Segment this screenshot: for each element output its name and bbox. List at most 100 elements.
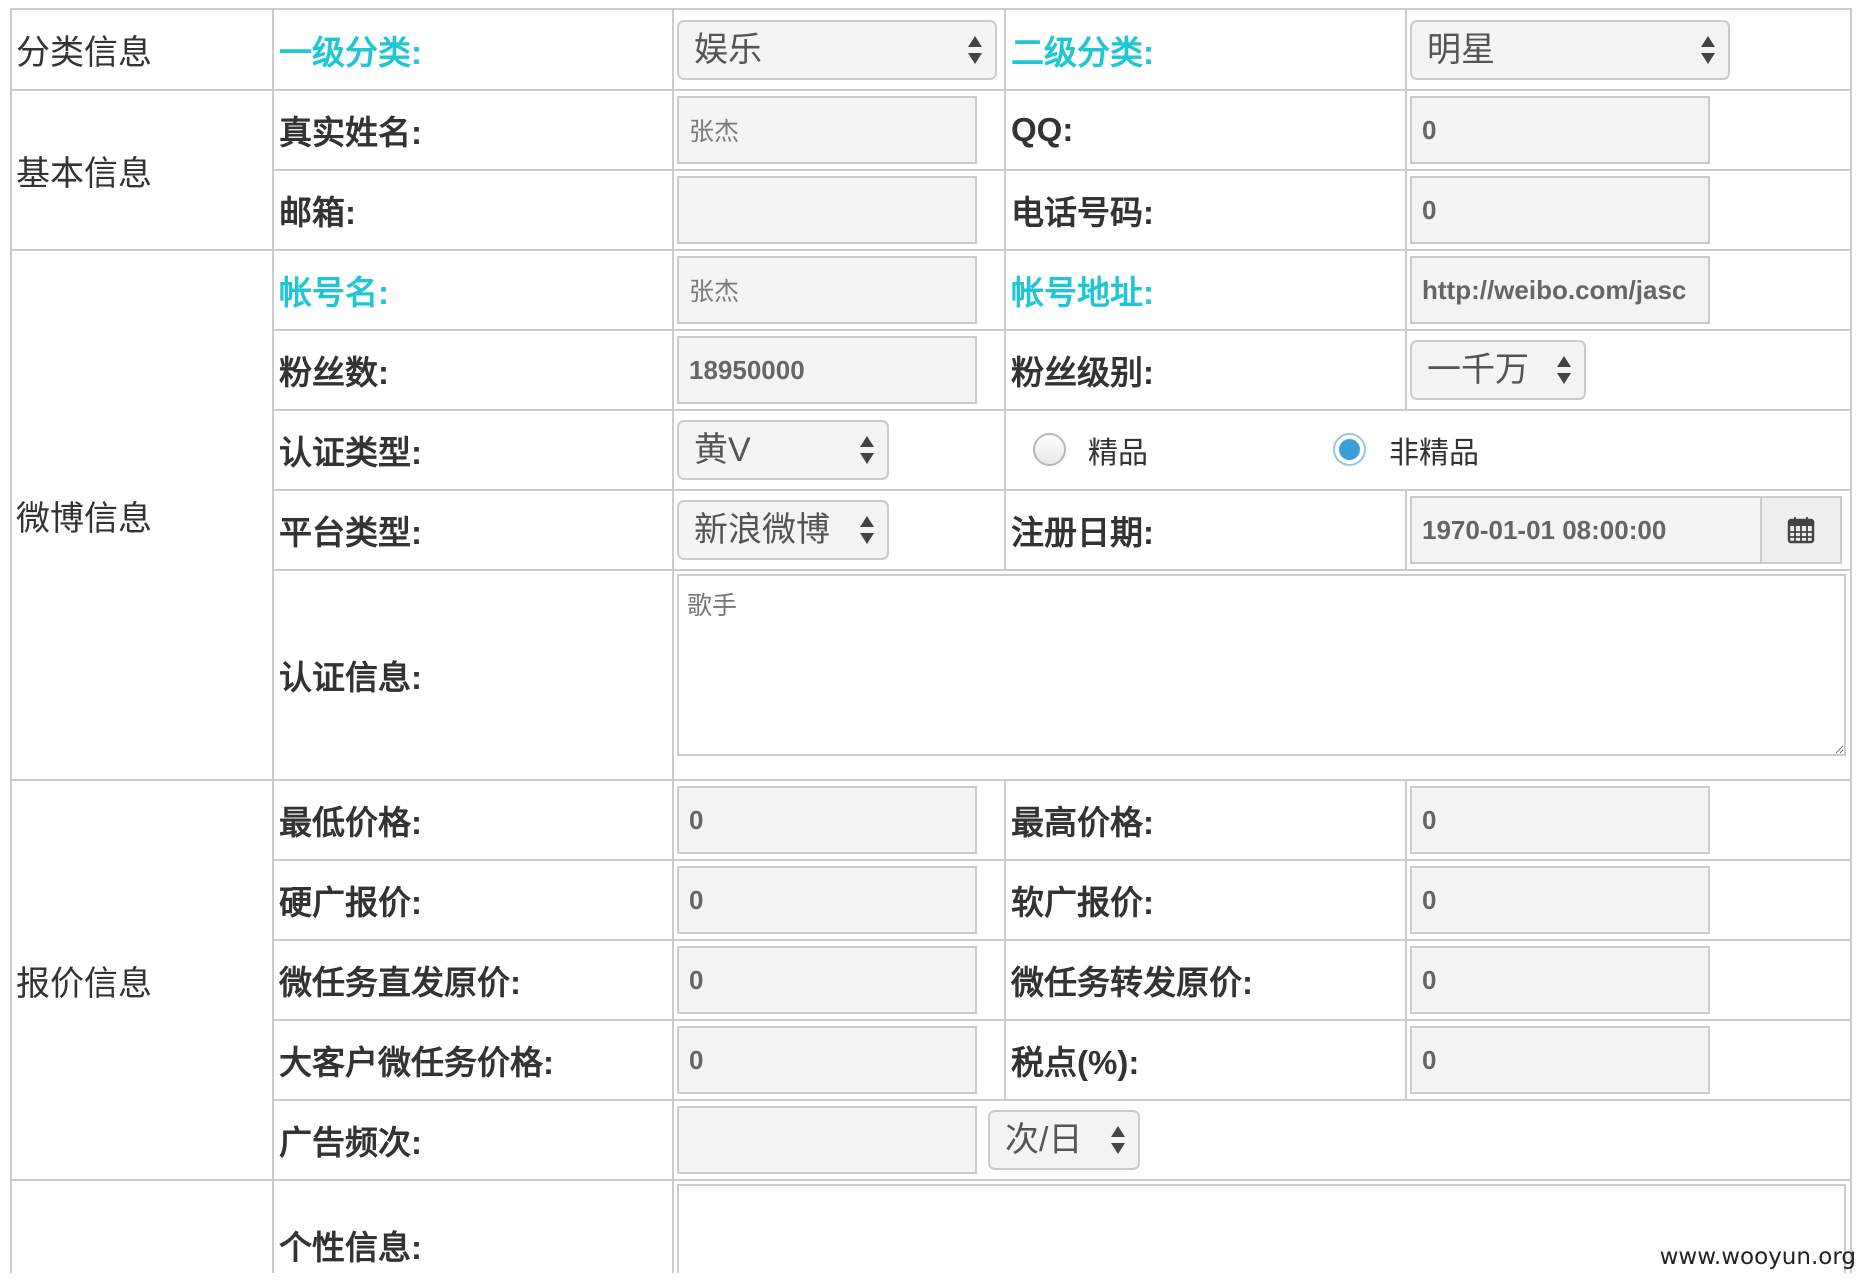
real-name-input[interactable] — [677, 96, 977, 164]
account-name-field-cell — [674, 251, 1006, 331]
micro-repost-label-cell: 微任务转发原价: — [1006, 941, 1407, 1021]
max-price-field-cell — [1407, 781, 1852, 861]
hard-ad-label-cell: 硬广报价: — [274, 861, 674, 941]
level1-category-select[interactable]: 娱乐 — [679, 21, 995, 78]
platform-select[interactable]: 新浪微博 — [679, 502, 887, 558]
tax-rate-input[interactable] — [1410, 1026, 1710, 1094]
email-field-cell — [674, 171, 1006, 251]
big-client-price-input[interactable] — [677, 1026, 977, 1094]
hard-ad-field-cell — [674, 861, 1006, 941]
phone-label-cell: 电话号码: — [1006, 171, 1407, 251]
quality-radio-non-premium[interactable] — [1333, 433, 1366, 466]
hard-ad-price-label: 硬广报价: — [279, 884, 422, 921]
fans-count-label: 粉丝数: — [279, 354, 389, 391]
fans-level-select[interactable]: 一千万 — [1412, 342, 1584, 398]
account-url-label-cell: 帐号地址: — [1006, 251, 1407, 331]
site-watermark: www.wooyun.org — [1659, 1244, 1856, 1270]
section-basic-cell: 基本信息 — [12, 91, 274, 251]
section-category-cell: 分类信息 — [12, 10, 274, 91]
verify-info-field-cell: 歌手 — [674, 571, 1852, 781]
fans-level-select-box: 一千万 — [1410, 340, 1586, 400]
qq-label-cell: QQ: — [1006, 91, 1407, 171]
verify-info-textarea[interactable]: 歌手 — [677, 574, 1846, 756]
ad-frequency-label-cell: 广告频次: — [274, 1101, 674, 1181]
micro-direct-price-input[interactable] — [677, 946, 977, 1014]
qq-input[interactable] — [1410, 96, 1710, 164]
phone-field-cell — [1407, 171, 1852, 251]
level1-category-label: 一级分类: — [279, 33, 422, 71]
personal-info-label-cell: 个性信息: — [274, 1181, 674, 1273]
fans-level-label: 粉丝级别: — [1011, 354, 1154, 391]
email-label-cell: 邮箱: — [274, 171, 674, 251]
quality-radio-premium[interactable] — [1033, 433, 1066, 466]
platform-field-cell: 新浪微博 — [674, 491, 1006, 571]
section-title-basic: 基本信息 — [16, 154, 152, 193]
verify-type-select-box: 黄V — [677, 420, 889, 480]
quality-radio-group: 精品 非精品 — [1006, 411, 1852, 491]
micro-direct-label-cell: 微任务直发原价: — [274, 941, 674, 1021]
register-date-label: 注册日期: — [1011, 514, 1154, 551]
date-picker-button[interactable] — [1760, 498, 1840, 562]
account-url-label: 帐号地址: — [1011, 274, 1154, 311]
quality-radio-non-premium-label[interactable]: 非精品 — [1389, 428, 1479, 472]
soft-ad-price-input[interactable] — [1410, 866, 1710, 934]
platform-label-cell: 平台类型: — [274, 491, 674, 571]
micro-repost-field-cell — [1407, 941, 1852, 1021]
big-client-price-label: 大客户微任务价格: — [279, 1044, 554, 1081]
register-date-picker — [1410, 496, 1842, 564]
real-name-field-cell — [674, 91, 1006, 171]
fans-level-field-cell: 一千万 — [1407, 331, 1852, 411]
level1-category-select-box: 娱乐 — [677, 19, 997, 80]
fans-count-input[interactable] — [677, 336, 977, 404]
min-price-label: 最低价格: — [279, 804, 422, 841]
level1-category-field-cell: 娱乐 — [674, 10, 1006, 91]
fans-level-label-cell: 粉丝级别: — [1006, 331, 1407, 411]
min-price-input[interactable] — [677, 786, 977, 854]
level2-category-field-cell: 明星 — [1407, 10, 1852, 91]
verify-info-label-cell: 认证信息: — [274, 571, 674, 781]
micro-repost-price-input[interactable] — [1410, 946, 1710, 1014]
ad-frequency-unit-select[interactable]: 次/日 — [990, 1112, 1138, 1168]
level2-category-label-cell: 二级分类: — [1006, 10, 1407, 91]
section-pricing-cell: 报价信息 — [12, 781, 274, 1181]
account-url-field-cell — [1407, 251, 1852, 331]
micro-direct-field-cell — [674, 941, 1006, 1021]
verify-type-select[interactable]: 黄V — [679, 422, 887, 478]
real-name-label-cell: 真实姓名: — [274, 91, 674, 171]
level2-category-select[interactable]: 明星 — [1412, 21, 1728, 78]
qq-field-cell — [1407, 91, 1852, 171]
max-price-label-cell: 最高价格: — [1006, 781, 1407, 861]
account-name-label-cell: 帐号名: — [274, 251, 674, 331]
ad-frequency-input[interactable] — [677, 1106, 977, 1174]
quality-radio-premium-label[interactable]: 精品 — [1088, 428, 1148, 472]
email-input[interactable] — [677, 176, 977, 244]
register-date-field-cell — [1407, 491, 1852, 571]
min-price-label-cell: 最低价格: — [274, 781, 674, 861]
section-personal-cell — [12, 1181, 274, 1273]
ad-frequency-unit-select-box: 次/日 — [988, 1110, 1140, 1170]
ad-frequency-field-cell: 次/日 — [674, 1101, 1852, 1181]
level1-category-label-cell: 一级分类: — [274, 10, 674, 91]
phone-input[interactable] — [1410, 176, 1710, 244]
resource-form-table: 分类信息 一级分类: 娱乐 二级分类: 明星 基本信息 真实姓名: 张杰 QQ:… — [10, 8, 1852, 1273]
verify-type-field-cell: 黄V — [674, 411, 1006, 491]
section-title-weibo: 微博信息 — [16, 499, 152, 538]
soft-ad-price-label: 软广报价: — [1011, 884, 1154, 921]
register-date-input[interactable] — [1412, 498, 1760, 562]
platform-label: 平台类型: — [279, 514, 422, 551]
account-name-input[interactable] — [677, 256, 977, 324]
max-price-input[interactable] — [1410, 786, 1710, 854]
hard-ad-price-input[interactable] — [677, 866, 977, 934]
micro-repost-price-label: 微任务转发原价: — [1011, 964, 1253, 1001]
calendar-icon — [1787, 517, 1815, 544]
fans-field-cell — [674, 331, 1006, 411]
big-client-field-cell — [674, 1021, 1006, 1101]
media-resource-form-page: 分类信息 一级分类: 娱乐 二级分类: 明星 基本信息 真实姓名: 张杰 QQ:… — [0, 0, 1864, 1284]
level2-category-select-box: 明星 — [1410, 19, 1730, 80]
tax-label-cell: 税点(%): — [1006, 1021, 1407, 1101]
tax-field-cell — [1407, 1021, 1852, 1101]
email-label: 邮箱: — [279, 194, 356, 231]
account-url-input[interactable] — [1410, 256, 1710, 324]
fans-label-cell: 粉丝数: — [274, 331, 674, 411]
verify-type-label: 认证类型: — [279, 434, 422, 471]
